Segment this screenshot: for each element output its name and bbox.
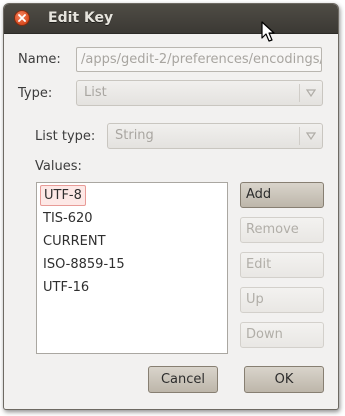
mouse-pointer-icon — [261, 21, 275, 42]
combo-separator — [299, 127, 300, 145]
ok-button[interactable]: OK — [244, 366, 324, 393]
list-type-combo-value: String — [115, 128, 154, 143]
list-type-label: List type: — [35, 129, 96, 144]
add-button[interactable]: Add — [240, 182, 324, 208]
values-list[interactable]: UTF-8 TIS-620 CURRENT ISO-8859-15 UTF-16 — [36, 182, 228, 354]
type-combo[interactable]: List — [76, 80, 323, 106]
edit-button[interactable]: Edit — [240, 252, 324, 278]
list-item[interactable]: TIS-620 — [40, 208, 96, 229]
edit-key-dialog: Edit Key Name: /apps/gedit-2/preferences… — [3, 3, 339, 410]
up-button[interactable]: Up — [240, 287, 324, 313]
window-title: Edit Key — [48, 10, 114, 26]
name-field[interactable]: /apps/gedit-2/preferences/encodings/a — [76, 47, 322, 72]
type-label: Type: — [18, 86, 53, 101]
type-combo-value: List — [84, 85, 107, 100]
remove-button[interactable]: Remove — [240, 217, 324, 243]
list-item[interactable]: CURRENT — [40, 231, 109, 252]
list-type-combo[interactable]: String — [107, 123, 323, 149]
values-label: Values: — [35, 159, 82, 174]
list-item[interactable]: ISO-8859-15 — [40, 254, 128, 275]
combo-separator — [299, 84, 300, 102]
chevron-down-icon — [306, 132, 316, 140]
list-item[interactable]: UTF-16 — [40, 277, 92, 298]
title-bar[interactable]: Edit Key — [4, 4, 338, 34]
chevron-down-icon — [306, 89, 316, 97]
name-label: Name: — [18, 52, 61, 67]
close-button[interactable] — [14, 10, 30, 26]
list-item[interactable]: UTF-8 — [40, 185, 86, 206]
close-icon — [18, 14, 26, 22]
cancel-button[interactable]: Cancel — [148, 366, 218, 393]
down-button[interactable]: Down — [240, 322, 324, 348]
